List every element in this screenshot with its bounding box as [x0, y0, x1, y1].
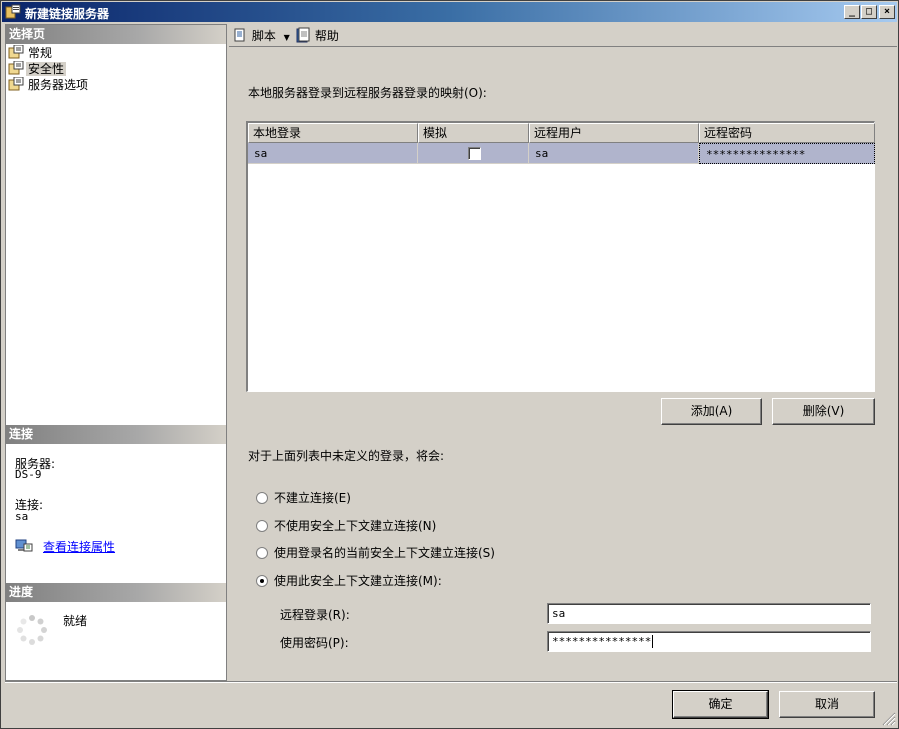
column-header-remote-password[interactable]: 远程密码 [699, 123, 875, 143]
script-icon [234, 28, 245, 42]
login-mapping-grid[interactable]: 本地登录 模拟 远程用户 远程密码 sa sa *************** [246, 121, 875, 392]
remote-login-input[interactable]: sa [547, 603, 871, 624]
linked-server-icon [5, 4, 21, 19]
mapping-label: 本地服务器登录到远程服务器登录的映射(O): [248, 86, 487, 100]
option-label: 使用此安全上下文建立连接(M): [274, 574, 442, 588]
connection-header: 连接 [6, 425, 226, 444]
password-input[interactable]: *************** [547, 631, 871, 652]
nav-item-label: 服务器选项 [28, 78, 89, 92]
script-button[interactable]: 脚本 ▼ [232, 27, 290, 43]
nav-item-general[interactable]: 常规 [8, 45, 54, 61]
close-button[interactable]: × [879, 5, 895, 19]
column-header-local-login[interactable]: 本地登录 [248, 123, 418, 143]
connection-properties-icon [15, 539, 33, 552]
radio-button[interactable] [256, 520, 268, 532]
column-header-remote-user[interactable]: 远程用户 [529, 123, 699, 143]
nav-item-security[interactable]: 安全性 [8, 61, 67, 77]
progress-spinner-icon [17, 615, 47, 645]
option-label: 不使用安全上下文建立连接(N) [274, 519, 437, 533]
page-icon [8, 61, 24, 75]
help-icon [296, 27, 310, 43]
text-cursor [652, 635, 654, 648]
footer-divider [5, 681, 897, 683]
help-button[interactable]: 帮助 [295, 27, 339, 43]
page-icon [8, 45, 24, 59]
radio-button[interactable] [256, 575, 268, 587]
option-label: 使用登录名的当前安全上下文建立连接(S) [274, 546, 495, 560]
option-current-security-context[interactable]: 使用登录名的当前安全上下文建立连接(S) [256, 545, 495, 561]
radio-button[interactable] [256, 547, 268, 559]
remote-login-label: 远程登录(R): [280, 608, 350, 622]
connection-value: sa [15, 510, 29, 523]
linked-server-dialog: 新建链接服务器 _ □ × 选择页 常规 安全性 服务器选项 连接 服务器: D… [0, 0, 899, 729]
impersonate-checkbox[interactable] [468, 147, 481, 160]
password-label: 使用密码(P): [280, 636, 349, 650]
title-bar[interactable]: 新建链接服务器 _ □ × [2, 2, 897, 22]
toolbar-divider [229, 46, 897, 47]
resize-grip-icon[interactable] [882, 712, 896, 726]
chevron-down-icon[interactable]: ▼ [284, 33, 290, 42]
view-connection-properties-link[interactable]: 查看连接属性 [43, 538, 115, 555]
cancel-button[interactable]: 取消 [779, 691, 875, 718]
password-value: *************** [552, 635, 652, 648]
progress-header: 进度 [6, 583, 226, 602]
nav-item-label: 安全性 [26, 62, 67, 76]
column-header-impersonate[interactable]: 模拟 [418, 123, 529, 143]
ok-button[interactable]: 确定 [672, 690, 769, 719]
cell-remote-password[interactable]: *************** [699, 143, 875, 164]
cell-remote-user[interactable]: sa [529, 143, 699, 164]
minimize-button[interactable]: _ [844, 5, 860, 19]
cell-local-login[interactable]: sa [248, 143, 418, 164]
help-label: 帮助 [314, 29, 339, 43]
script-label: 脚本 [251, 29, 276, 43]
left-pane: 选择页 常规 安全性 服务器选项 连接 服务器: DS-9 连接: sa 查看连… [5, 24, 227, 681]
option-label: 不建立连接(E) [274, 491, 351, 505]
window-title: 新建链接服务器 [25, 7, 110, 21]
option-no-security-context[interactable]: 不使用安全上下文建立连接(N) [256, 518, 436, 534]
option-this-security-context[interactable]: 使用此安全上下文建立连接(M): [256, 573, 442, 589]
progress-status: 就绪 [63, 614, 88, 628]
maximize-button[interactable]: □ [861, 5, 877, 19]
page-icon [8, 77, 24, 91]
undefined-logins-label: 对于上面列表中未定义的登录，将会: [248, 449, 445, 463]
add-button[interactable]: 添加(A) [661, 398, 762, 425]
remove-button[interactable]: 删除(V) [772, 398, 875, 425]
cell-impersonate[interactable] [418, 143, 529, 164]
select-page-header: 选择页 [6, 25, 226, 44]
radio-button[interactable] [256, 492, 268, 504]
nav-item-label: 常规 [28, 46, 53, 60]
option-no-connection[interactable]: 不建立连接(E) [256, 490, 351, 506]
server-value: DS-9 [15, 468, 42, 481]
nav-item-server-options[interactable]: 服务器选项 [8, 77, 90, 93]
